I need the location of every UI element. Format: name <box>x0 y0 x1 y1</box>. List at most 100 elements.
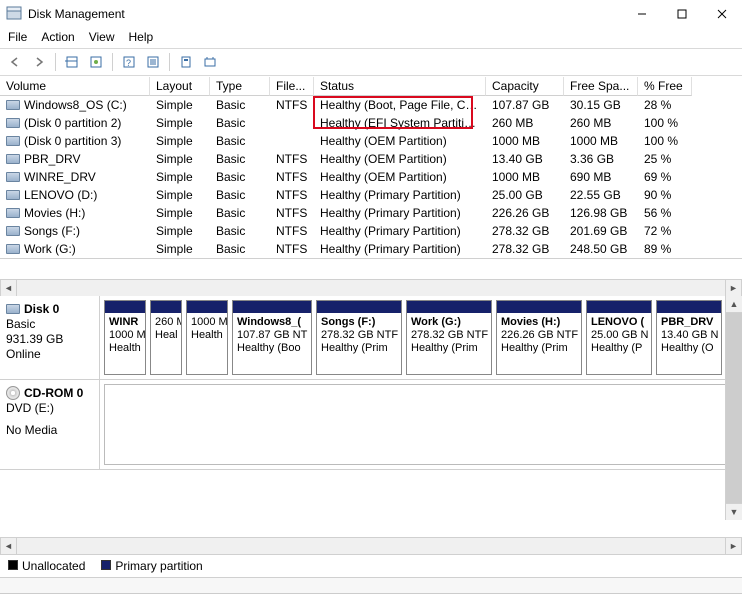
col-pctfree[interactable]: % Free <box>638 77 692 96</box>
vol-fs: NTFS <box>270 241 314 257</box>
toolbar-settings[interactable] <box>199 51 221 73</box>
partition[interactable]: PBR_DRV13.40 GB NHealthy (O <box>656 300 722 375</box>
vol-type: Basic <box>210 133 270 149</box>
vol-free: 260 MB <box>564 115 638 131</box>
vol-cap: 278.32 GB <box>486 241 564 257</box>
disk0-type: Basic <box>6 317 93 331</box>
graphical-view: Disk 0 Basic 931.39 GB Online WINR1000 M… <box>0 296 742 554</box>
disk-row-0: Disk 0 Basic 931.39 GB Online WINR1000 M… <box>0 296 742 380</box>
col-capacity[interactable]: Capacity <box>486 77 564 96</box>
disk0-state: Online <box>6 347 93 361</box>
scroll-left-icon[interactable]: ◄ <box>0 280 17 296</box>
col-volume[interactable]: Volume <box>0 77 150 96</box>
disk0-size: 931.39 GB <box>6 332 93 346</box>
disk0-info[interactable]: Disk 0 Basic 931.39 GB Online <box>0 296 100 379</box>
scroll-right-icon[interactable]: ► <box>725 538 742 554</box>
vol-fs: NTFS <box>270 169 314 185</box>
vol-type: Basic <box>210 205 270 221</box>
table-row[interactable]: WINRE_DRVSimpleBasicNTFSHealthy (OEM Par… <box>0 168 742 186</box>
maximize-button[interactable] <box>662 0 702 28</box>
scroll-up-icon[interactable]: ▲ <box>726 296 742 313</box>
toolbar-props[interactable] <box>175 51 197 73</box>
list-hscrollbar[interactable]: ◄ ► <box>0 279 742 296</box>
table-row[interactable]: (Disk 0 partition 2)SimpleBasicHealthy (… <box>0 114 742 132</box>
partition[interactable]: WINR1000 MHealth <box>104 300 146 375</box>
vol-name: (Disk 0 partition 3) <box>24 134 121 148</box>
scroll-down-icon[interactable]: ▼ <box>726 503 742 520</box>
legend-unallocated: Unallocated <box>8 559 85 573</box>
scroll-left-icon[interactable]: ◄ <box>0 538 17 554</box>
partition[interactable]: 260 MHeal <box>150 300 182 375</box>
partition[interactable]: Windows8_(107.87 GB NTHealthy (Boo <box>232 300 312 375</box>
forward-button[interactable] <box>28 51 50 73</box>
gview-hscrollbar[interactable]: ◄ ► <box>0 537 742 554</box>
table-row[interactable]: Songs (F:)SimpleBasicNTFSHealthy (Primar… <box>0 222 742 240</box>
window-title: Disk Management <box>28 7 125 21</box>
table-row[interactable]: Movies (H:)SimpleBasicNTFSHealthy (Prima… <box>0 204 742 222</box>
table-row[interactable]: PBR_DRVSimpleBasicNTFSHealthy (OEM Parti… <box>0 150 742 168</box>
vol-layout: Simple <box>150 169 210 185</box>
vol-cap: 13.40 GB <box>486 151 564 167</box>
partition[interactable]: Songs (F:)278.32 GB NTFHealthy (Prim <box>316 300 402 375</box>
title-bar: Disk Management <box>0 0 742 28</box>
toolbar-list[interactable] <box>142 51 164 73</box>
vol-free: 690 MB <box>564 169 638 185</box>
vol-cap: 1000 MB <box>486 133 564 149</box>
vol-cap: 107.87 GB <box>486 97 564 113</box>
vol-layout: Simple <box>150 205 210 221</box>
col-status[interactable]: Status <box>314 77 486 96</box>
svg-text:?: ? <box>126 58 131 68</box>
table-row[interactable]: Windows8_OS (C:)SimpleBasicNTFSHealthy (… <box>0 96 742 114</box>
back-button[interactable] <box>4 51 26 73</box>
vol-layout: Simple <box>150 187 210 203</box>
menu-bar: File Action View Help <box>0 28 742 48</box>
cdrom-icon <box>6 386 20 400</box>
legend: Unallocated Primary partition <box>0 554 742 577</box>
volume-icon <box>6 172 20 182</box>
vol-fs: NTFS <box>270 97 314 113</box>
menu-help[interactable]: Help <box>129 30 154 44</box>
cdrom-info[interactable]: CD-ROM 0 DVD (E:) No Media <box>0 380 100 469</box>
cdrom-strip <box>100 380 742 469</box>
close-button[interactable] <box>702 0 742 28</box>
cdrom-status: No Media <box>6 423 93 437</box>
toolbar-view1[interactable] <box>61 51 83 73</box>
volume-icon <box>6 208 20 218</box>
menu-action[interactable]: Action <box>41 30 74 44</box>
vol-cap: 1000 MB <box>486 169 564 185</box>
menu-file[interactable]: File <box>8 30 27 44</box>
partition[interactable]: LENOVO (25.00 GB NHealthy (P <box>586 300 652 375</box>
toolbar: ? <box>0 48 742 76</box>
menu-view[interactable]: View <box>89 30 115 44</box>
partition[interactable]: 1000 MHealth <box>186 300 228 375</box>
col-layout[interactable]: Layout <box>150 77 210 96</box>
table-row[interactable]: Work (G:)SimpleBasicNTFSHealthy (Primary… <box>0 240 742 258</box>
vol-status: Healthy (OEM Partition) <box>314 169 486 185</box>
vol-layout: Simple <box>150 97 210 113</box>
vol-status: Healthy (OEM Partition) <box>314 151 486 167</box>
vol-fs: NTFS <box>270 151 314 167</box>
volume-icon <box>6 136 20 146</box>
vol-free: 201.69 GB <box>564 223 638 239</box>
col-filesystem[interactable]: File... <box>270 77 314 96</box>
vol-type: Basic <box>210 169 270 185</box>
toolbar-help[interactable]: ? <box>118 51 140 73</box>
vol-cap: 260 MB <box>486 115 564 131</box>
partition[interactable]: Work (G:)278.32 GB NTFHealthy (Prim <box>406 300 492 375</box>
col-free[interactable]: Free Spa... <box>564 77 638 96</box>
vol-name: PBR_DRV <box>24 152 80 166</box>
vol-cap: 278.32 GB <box>486 223 564 239</box>
vol-layout: Simple <box>150 151 210 167</box>
disk0-partitions: WINR1000 MHealth260 MHeal1000 MHealthWin… <box>100 296 742 379</box>
gview-vscrollbar[interactable]: ▲ ▼ <box>725 296 742 520</box>
vol-type: Basic <box>210 115 270 131</box>
table-row[interactable]: LENOVO (D:)SimpleBasicNTFSHealthy (Prima… <box>0 186 742 204</box>
cdrom-row: CD-ROM 0 DVD (E:) No Media <box>0 380 742 470</box>
toolbar-refresh[interactable] <box>85 51 107 73</box>
vol-layout: Simple <box>150 115 210 131</box>
minimize-button[interactable] <box>622 0 662 28</box>
partition[interactable]: Movies (H:)226.26 GB NTFHealthy (Prim <box>496 300 582 375</box>
scroll-right-icon[interactable]: ► <box>725 280 742 296</box>
col-type[interactable]: Type <box>210 77 270 96</box>
table-row[interactable]: (Disk 0 partition 3)SimpleBasicHealthy (… <box>0 132 742 150</box>
